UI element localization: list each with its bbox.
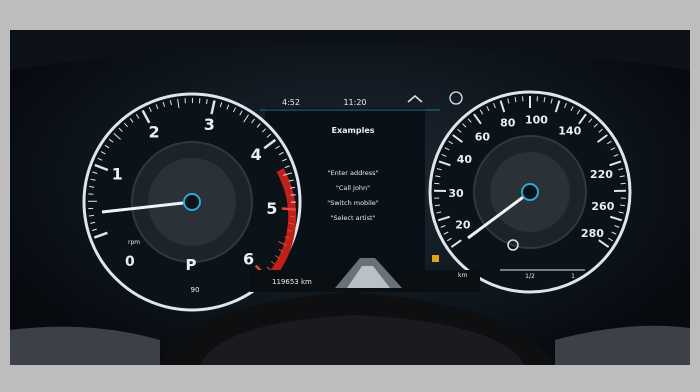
status-left: 4:52 — [282, 98, 300, 107]
speedometer-tick-label: 100 — [525, 113, 548, 126]
status-time: 11:20 — [343, 98, 366, 107]
speedometer-tick — [619, 204, 626, 207]
tachometer-tick — [289, 215, 295, 218]
tachometer-tick-label: 6 — [243, 250, 254, 269]
tachometer-bottom-label: 90 — [191, 286, 200, 294]
speedometer-tick-label: 220 — [590, 168, 613, 181]
tachometer-tick-label: 4 — [251, 145, 262, 164]
tachometer-tick-label: 3 — [204, 115, 215, 134]
upper-bezel — [10, 30, 690, 70]
instrument-cluster: 1 2 3 4 5 6 0 P 90 rpm 20 30 4060 80 100 140 220 260… — [10, 30, 690, 365]
speedometer-tick-label: 260 — [591, 200, 614, 213]
speedometer-tick-label: 280 — [581, 227, 604, 240]
bottom-right-text: km — [458, 272, 467, 279]
tachometer-tick-label: 2 — [148, 123, 159, 142]
speedometer-needle-cap — [521, 183, 539, 201]
fuel-full-label: 1 — [571, 273, 575, 280]
speedometer-tick-label: 80 — [500, 116, 516, 129]
right-dash-trim — [555, 325, 690, 365]
odometer: 119653 km — [272, 278, 312, 286]
speedometer-tick-label: 140 — [558, 125, 581, 138]
voice-command-1: "Enter address" — [327, 169, 378, 177]
screenshot-frame: 1 2 3 4 5 6 0 P 90 rpm 20 30 40 60 80 100 140 220 260… — [0, 0, 700, 392]
left-dash-trim — [10, 326, 160, 365]
warning-light-icon — [432, 255, 439, 262]
fuel-half-label: 1/2 — [525, 273, 535, 280]
tachometer-zero-label: 0 — [125, 254, 135, 270]
voice-commands-title: Examples — [331, 126, 374, 135]
voice-command-4: "Select artist" — [330, 214, 375, 222]
gear-indicator: P — [186, 256, 197, 274]
rpm-label: rpm — [128, 239, 140, 246]
speedometer-tick-label: 20 — [455, 218, 471, 231]
tachometer-tick — [281, 207, 296, 211]
navigation-icon — [407, 95, 423, 103]
speedometer-tick-label: 30 — [448, 187, 464, 200]
tachometer-needle-cap — [183, 193, 201, 211]
tachometer-tick-label: 5 — [266, 199, 277, 218]
tachometer-tick-label: 1 — [112, 165, 123, 184]
voice-command-3: "Switch mobile" — [327, 199, 379, 207]
tachometer-tick — [88, 214, 94, 217]
voice-command-2: "Call John" — [336, 184, 370, 192]
speedometer-tick — [434, 204, 441, 207]
dashboard-photo: 1 2 3 4 5 6 0 P 90 rpm 20 30 40 60 80 100 140 220 260… — [10, 30, 690, 365]
speedometer-tick-label: 40 — [457, 153, 473, 166]
tachometer-tick — [289, 186, 296, 189]
speedometer: 20 30 4060 80 100 140 220 260 280 — [428, 90, 632, 294]
settings-icon — [449, 91, 463, 105]
speedometer-tick-label: 60 — [475, 130, 491, 143]
